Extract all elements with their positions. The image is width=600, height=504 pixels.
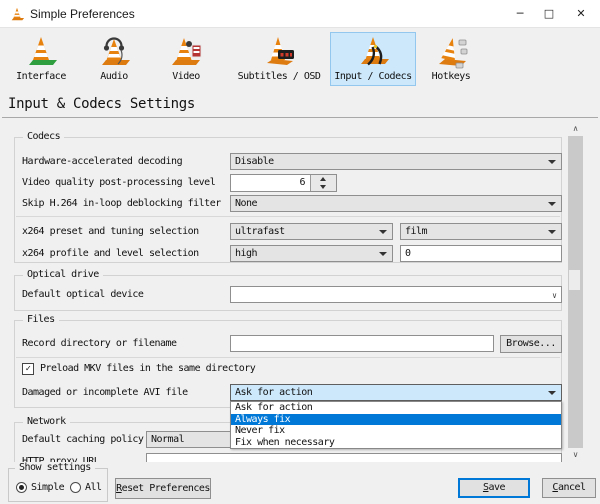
toolbar-item-input-codecs[interactable]: Input / Codecs [330, 32, 416, 86]
cancel-button[interactable]: Cancel [542, 478, 596, 498]
x264-profile-label: x264 profile and level selection [22, 248, 199, 259]
combo-chevron-icon: ∨ [552, 291, 557, 300]
x264-tuning-combo[interactable]: film [400, 223, 562, 240]
toolbar-label: Interface [16, 71, 66, 82]
record-directory-label: Record directory or filename [22, 338, 177, 349]
combo-arrow-icon [548, 391, 556, 395]
spin-down-icon [320, 185, 326, 189]
window-title: Simple Preferences [30, 7, 135, 21]
codecs-separator [16, 216, 560, 217]
audio-icon [102, 37, 130, 65]
spin-up-icon [320, 177, 326, 181]
damaged-avi-combo[interactable]: Ask for action [230, 384, 562, 401]
subtitles-osd-icon [267, 37, 294, 65]
dropdown-option-never-fix[interactable]: Never fix [231, 425, 561, 437]
codecs-legend: Codecs [23, 131, 65, 142]
maximize-button[interactable]: □ [532, 0, 566, 28]
dropdown-option-always-fix[interactable]: Always fix [231, 413, 561, 425]
checkmark-icon: ✓ [25, 364, 31, 374]
hw-decoding-value: Disable [235, 156, 274, 167]
dropdown-option-fix-when-necessary[interactable]: Fix when necessary [231, 437, 561, 449]
vlc-cone-icon [11, 7, 25, 21]
toolbar-label: Video [172, 71, 200, 82]
vertical-scrollbar[interactable]: ∧ ∨ [567, 122, 584, 462]
heading-rule [2, 117, 598, 118]
network-legend: Network [23, 416, 70, 427]
reset-preferences-button[interactable]: Reset Preferences [115, 478, 211, 499]
spinner-buttons[interactable] [310, 175, 336, 191]
toolbar-label: Audio [100, 71, 128, 82]
x264-profile-combo[interactable]: high [230, 245, 393, 262]
caching-policy-value: Normal [151, 434, 185, 445]
show-settings-legend: Show settings [15, 462, 95, 473]
optical-device-label: Default optical device [22, 289, 144, 300]
x264-level-input[interactable] [400, 245, 562, 262]
toolbar-item-interface[interactable]: Interface [2, 32, 80, 86]
http-proxy-input[interactable] [146, 453, 562, 462]
x264-tuning-value: film [405, 226, 428, 237]
files-separator [16, 357, 560, 358]
video-icon [172, 38, 202, 65]
combo-arrow-icon [379, 230, 387, 234]
input-codecs-icon [361, 37, 389, 66]
simple-radio-label: Simple [31, 482, 65, 493]
damaged-avi-label: Damaged or incomplete AVI file [22, 387, 188, 398]
avi-dropdown-list: Ask for action Always fix Never fix Fix … [230, 401, 562, 449]
scroll-down-icon[interactable]: ∨ [567, 448, 584, 462]
toolbar-item-subtitles-osd[interactable]: Subtitles / OSD [230, 32, 328, 86]
quality-level-value: 6 [299, 177, 305, 188]
toolbar-label: Hotkeys [431, 71, 471, 82]
deblocking-filter-value: None [235, 198, 258, 209]
quality-level-label: Video quality post-processing level [22, 177, 216, 188]
optical-drive-legend: Optical drive [23, 269, 103, 280]
x264-preset-label: x264 preset and tuning selection [22, 226, 199, 237]
combo-arrow-icon [548, 202, 556, 206]
scrollbar-track[interactable] [568, 136, 583, 448]
scroll-up-icon[interactable]: ∧ [567, 122, 584, 136]
deblocking-filter-label: Skip H.264 in-loop deblocking filter [22, 198, 221, 209]
optical-device-combo[interactable]: ∨ [230, 286, 562, 303]
x264-preset-combo[interactable]: ultrafast [230, 223, 393, 240]
preferences-toolbar: Interface Audio Video Subtitles / OSD In… [0, 28, 600, 90]
http-proxy-label: HTTP proxy URL [22, 456, 100, 462]
x264-preset-value: ultrafast [235, 226, 285, 237]
browse-button[interactable]: Browse... [500, 335, 562, 353]
deblocking-filter-combo[interactable]: None [230, 195, 562, 212]
hw-decoding-combo[interactable]: Disable [230, 153, 562, 170]
preload-mkv-checkbox[interactable]: ✓ [22, 363, 34, 375]
simple-radio[interactable] [16, 482, 27, 493]
toolbar-item-hotkeys[interactable]: Hotkeys [418, 32, 484, 86]
close-button[interactable]: ✕ [564, 0, 598, 28]
files-legend: Files [23, 314, 59, 325]
record-directory-input[interactable] [230, 335, 494, 352]
title-bar: Simple Preferences ─ □ ✕ [0, 0, 600, 28]
toolbar-label: Input / Codecs [334, 71, 412, 82]
hotkeys-icon [439, 38, 468, 69]
toolbar-item-video[interactable]: Video [150, 32, 222, 86]
save-button[interactable]: Save [458, 478, 530, 498]
preload-mkv-label: Preload MKV files in the same directory [40, 363, 256, 374]
hw-decoding-label: Hardware-accelerated decoding [22, 156, 183, 167]
combo-arrow-icon [548, 230, 556, 234]
scrollbar-thumb[interactable] [569, 270, 580, 290]
all-radio-label: All [85, 482, 102, 493]
toolbar-label: Subtitles / OSD [237, 71, 321, 82]
page-title: Input & Codecs Settings [8, 96, 195, 112]
combo-arrow-icon [379, 252, 387, 256]
preferences-window: Simple Preferences ─ □ ✕ Interface Audio… [0, 0, 600, 504]
x264-profile-value: high [235, 248, 258, 259]
interface-icon [29, 37, 57, 65]
toolbar-item-audio[interactable]: Audio [80, 32, 148, 86]
damaged-avi-value: Ask for action [235, 387, 313, 398]
settings-scroll-area: Codecs Hardware-accelerated decoding Dis… [0, 122, 566, 462]
quality-level-stepper[interactable]: 6 [230, 174, 337, 192]
dropdown-option-ask-for-action[interactable]: Ask for action [231, 402, 561, 414]
caching-policy-label: Default caching policy [22, 434, 144, 445]
all-radio[interactable] [70, 482, 81, 493]
combo-arrow-icon [548, 160, 556, 164]
